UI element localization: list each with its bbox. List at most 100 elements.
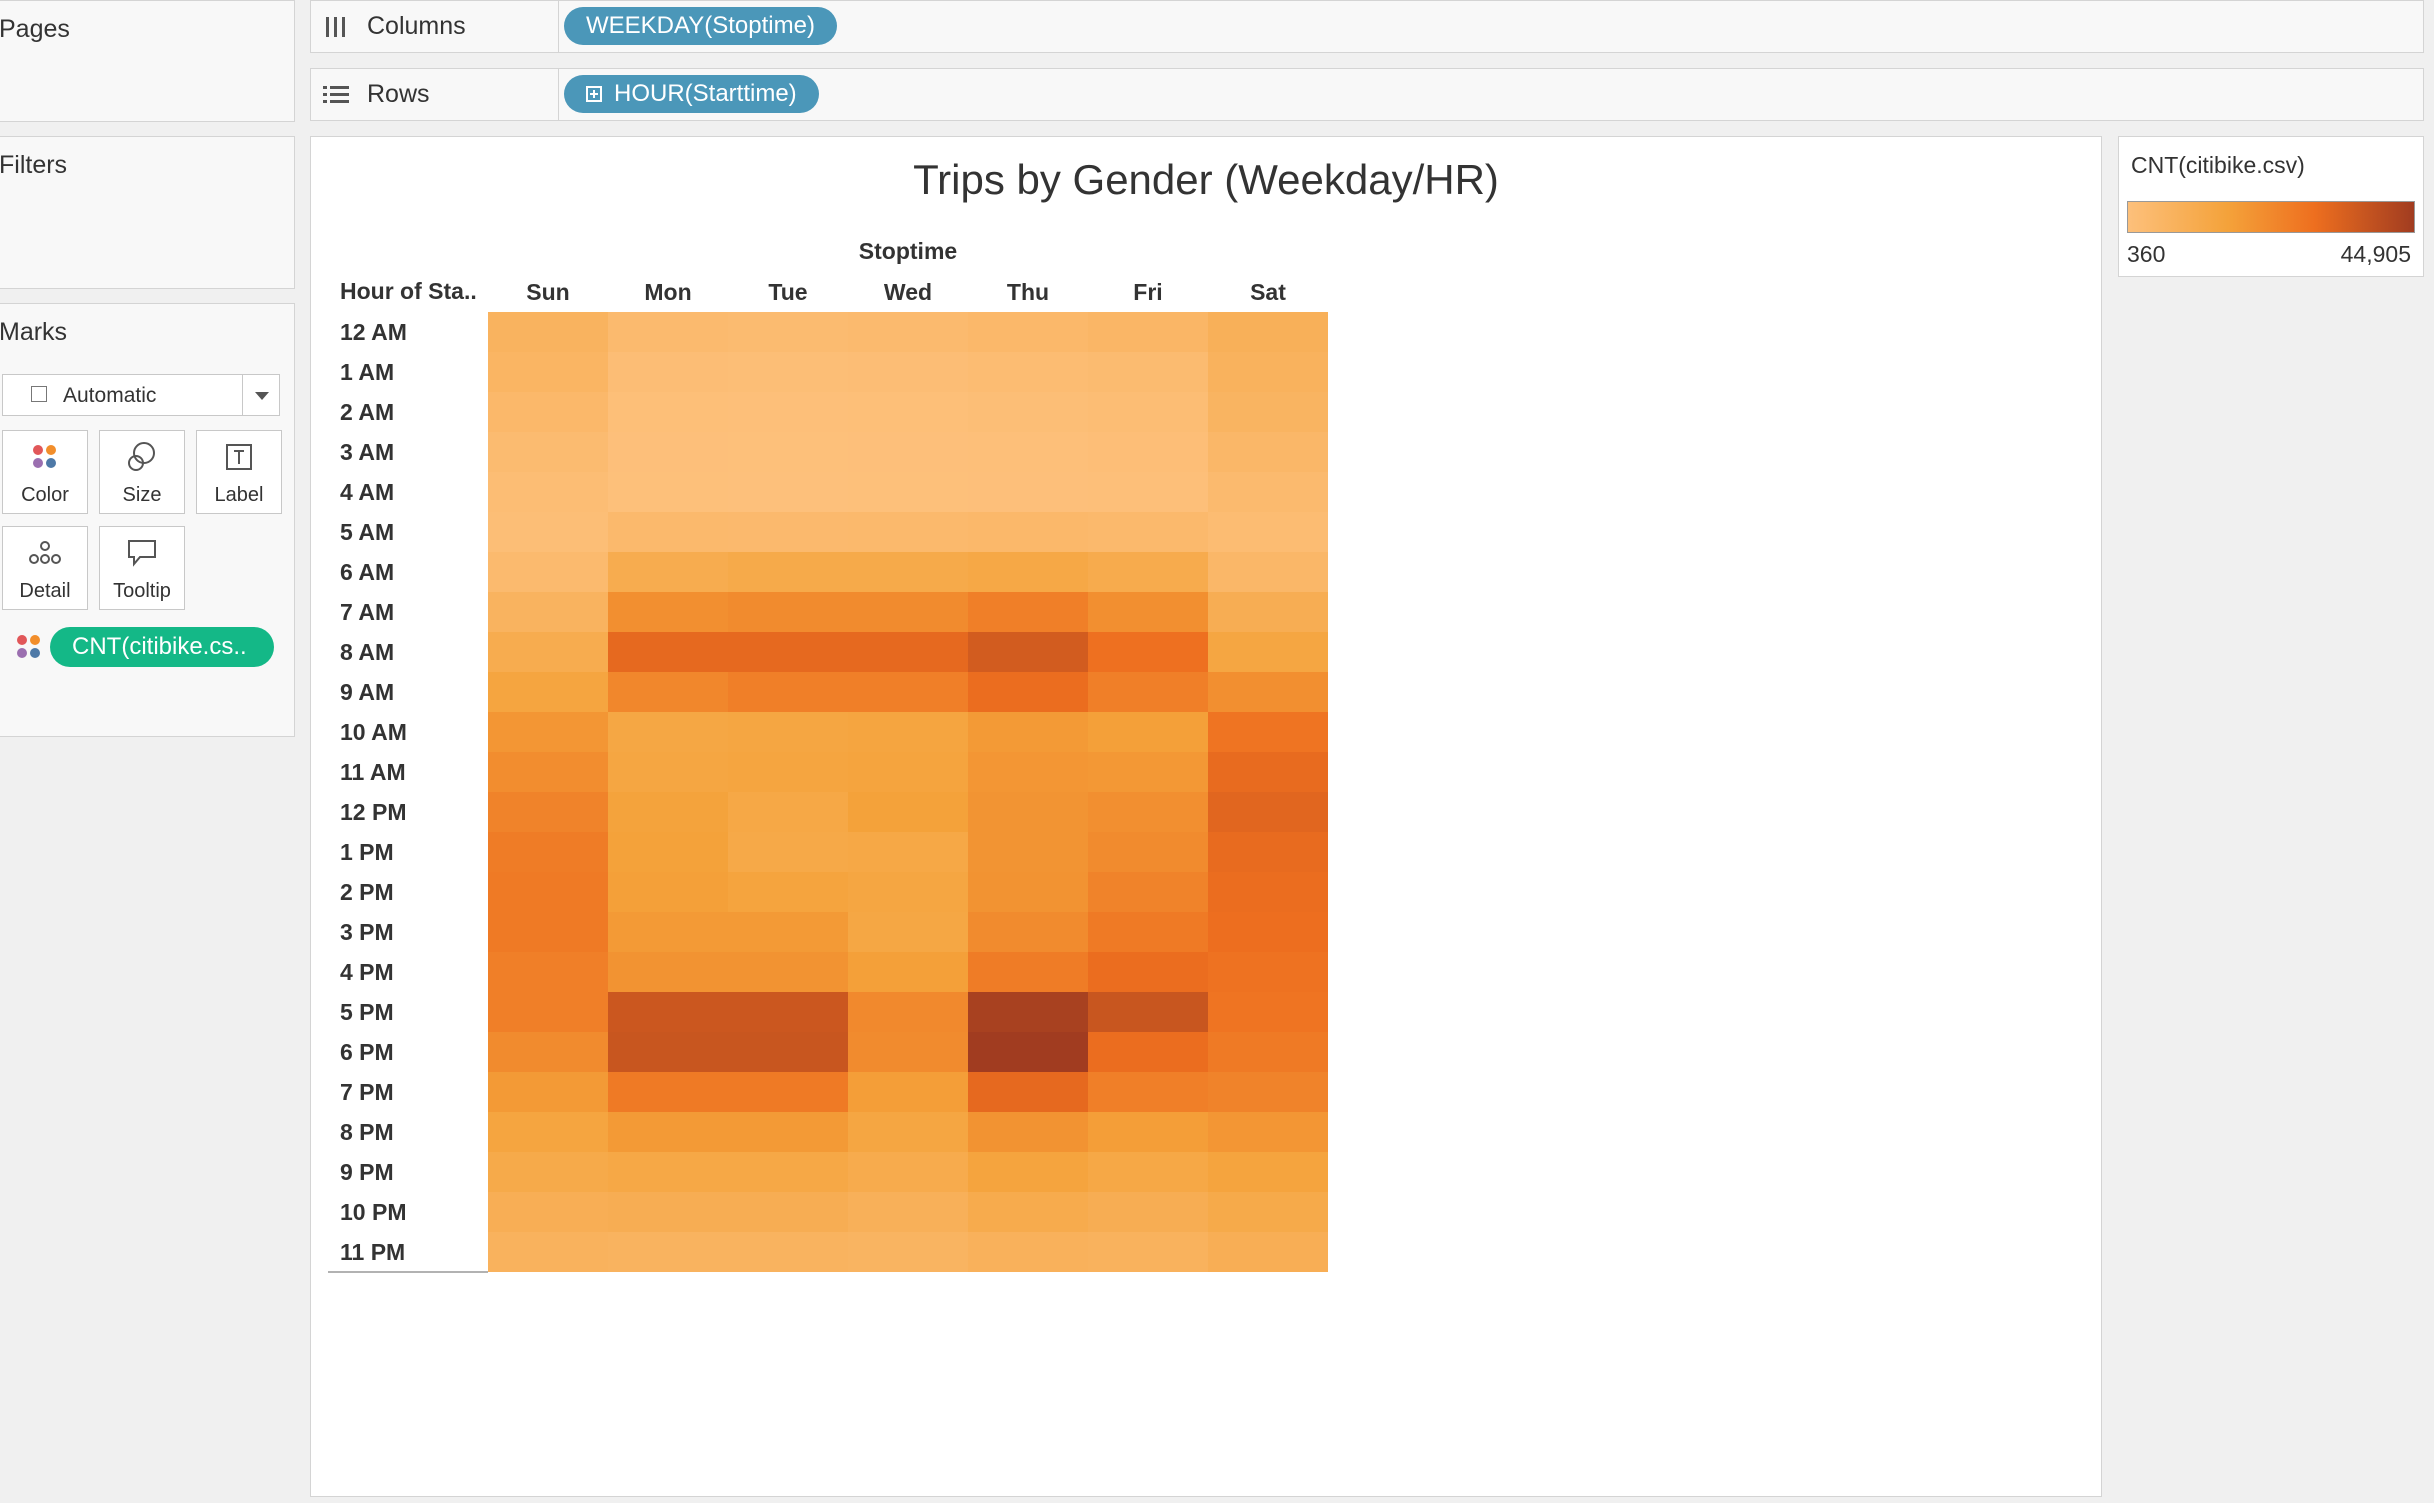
heatmap-cell[interactable] [488, 912, 608, 952]
heatmap-cell[interactable] [488, 832, 608, 872]
heatmap-cell[interactable] [968, 752, 1088, 792]
heatmap-cell[interactable] [1088, 872, 1208, 912]
heatmap-cell[interactable] [848, 1232, 968, 1272]
row-tick-label[interactable]: 9 AM [340, 679, 394, 705]
heatmap-cell[interactable] [848, 872, 968, 912]
heatmap-cell[interactable] [608, 472, 728, 512]
heatmap-cell[interactable] [848, 792, 968, 832]
heatmap-cell[interactable] [1208, 792, 1328, 832]
heatmap-cell[interactable] [488, 1192, 608, 1232]
heatmap-cell[interactable] [728, 392, 848, 432]
heatmap-cell[interactable] [728, 1112, 848, 1152]
row-tick-label[interactable]: 1 PM [340, 839, 394, 865]
heatmap-cell[interactable] [1088, 592, 1208, 632]
heatmap-cell[interactable] [728, 952, 848, 992]
heatmap-cell[interactable] [968, 592, 1088, 632]
heatmap-cell[interactable] [728, 472, 848, 512]
heatmap-cell[interactable] [968, 472, 1088, 512]
heatmap-cell[interactable] [728, 552, 848, 592]
heatmap-cell[interactable] [1088, 552, 1208, 592]
heatmap-cell[interactable] [1088, 912, 1208, 952]
row-tick-label[interactable]: 12 AM [340, 319, 407, 345]
heatmap-cell[interactable] [968, 1072, 1088, 1112]
heatmap-cell[interactable] [1208, 992, 1328, 1032]
row-tick-label[interactable]: 4 AM [340, 479, 394, 505]
heatmap-cell[interactable] [1208, 912, 1328, 952]
heatmap-cell[interactable] [848, 672, 968, 712]
heatmap-cell[interactable] [968, 392, 1088, 432]
heatmap-cell[interactable] [848, 472, 968, 512]
column-tick-label[interactable]: Mon [644, 279, 691, 305]
heatmap-cell[interactable] [848, 592, 968, 632]
heatmap-cell[interactable] [728, 672, 848, 712]
row-tick-label[interactable]: 8 PM [340, 1119, 394, 1145]
heatmap-cell[interactable] [968, 552, 1088, 592]
heatmap-cell[interactable] [608, 672, 728, 712]
heatmap-cell[interactable] [608, 1112, 728, 1152]
heatmap-cell[interactable] [1208, 1232, 1328, 1272]
heatmap-cell[interactable] [848, 832, 968, 872]
heatmap-cell[interactable] [608, 512, 728, 552]
heatmap-cell[interactable] [728, 512, 848, 552]
heatmap-cell[interactable] [968, 832, 1088, 872]
row-tick-label[interactable]: 11 AM [340, 759, 406, 785]
heatmap-cell[interactable] [848, 1192, 968, 1232]
column-tick-label[interactable]: Sun [526, 279, 569, 305]
row-tick-label[interactable]: 12 PM [340, 799, 406, 825]
heatmap-cell[interactable] [848, 552, 968, 592]
heatmap-cell[interactable] [1208, 432, 1328, 472]
row-tick-label[interactable]: 3 AM [340, 439, 394, 465]
heatmap-cell[interactable] [488, 992, 608, 1032]
heatmap-cell[interactable] [848, 392, 968, 432]
heatmap-cell[interactable] [1208, 952, 1328, 992]
row-tick-label[interactable]: 5 AM [340, 519, 394, 545]
heatmap-cell[interactable] [968, 1032, 1088, 1072]
heatmap-cell[interactable] [1208, 1152, 1328, 1192]
heatmap-cell[interactable] [848, 352, 968, 392]
heatmap-cell[interactable] [1088, 1232, 1208, 1272]
heatmap-cell[interactable] [608, 392, 728, 432]
heatmap-cell[interactable] [1088, 712, 1208, 752]
heatmap-cell[interactable] [728, 752, 848, 792]
heatmap-cell[interactable] [1088, 392, 1208, 432]
heatmap-cell[interactable] [608, 1072, 728, 1112]
heatmap-cell[interactable] [1208, 1112, 1328, 1152]
row-tick-label[interactable]: 8 AM [340, 639, 394, 665]
heatmap-cell[interactable] [848, 752, 968, 792]
heatmap-cell[interactable] [608, 912, 728, 952]
row-tick-label[interactable]: 7 PM [340, 1079, 394, 1105]
heatmap-cell[interactable] [488, 872, 608, 912]
heatmap-cell[interactable] [968, 1192, 1088, 1232]
heatmap-cell[interactable] [728, 912, 848, 952]
heatmap-cell[interactable] [968, 712, 1088, 752]
heatmap-cell[interactable] [1088, 752, 1208, 792]
heatmap-cell[interactable] [1208, 352, 1328, 392]
heatmap-cell[interactable] [1208, 472, 1328, 512]
heatmap-cell[interactable] [848, 952, 968, 992]
heatmap-cell[interactable] [488, 352, 608, 392]
row-tick-label[interactable]: 2 PM [340, 879, 394, 905]
heatmap-cell[interactable] [608, 632, 728, 672]
heatmap-cell[interactable] [488, 592, 608, 632]
heatmap-cell[interactable] [488, 472, 608, 512]
heatmap-cell[interactable] [608, 792, 728, 832]
row-tick-label[interactable]: 7 AM [340, 599, 394, 625]
color-legend[interactable]: CNT(citibike.csv) 360 44,905 [2118, 136, 2424, 277]
heatmap-cell[interactable] [1088, 832, 1208, 872]
heatmap-cell[interactable] [608, 1032, 728, 1072]
heatmap-cell[interactable] [1208, 712, 1328, 752]
heatmap-cell[interactable] [1208, 392, 1328, 432]
heatmap-cell[interactable] [608, 712, 728, 752]
heatmap-cell[interactable] [608, 832, 728, 872]
heatmap-cell[interactable] [968, 352, 1088, 392]
heatmap-cell[interactable] [488, 432, 608, 472]
heatmap-cell[interactable] [728, 1072, 848, 1112]
heatmap-cell[interactable] [1088, 312, 1208, 352]
column-tick-label[interactable]: Sat [1250, 279, 1286, 305]
heatmap-cell[interactable] [968, 952, 1088, 992]
heatmap-cell[interactable] [608, 992, 728, 1032]
row-tick-label[interactable]: 9 PM [340, 1159, 394, 1185]
heatmap-cell[interactable] [608, 752, 728, 792]
row-tick-label[interactable]: 6 AM [340, 559, 394, 585]
heatmap-cell[interactable] [1208, 592, 1328, 632]
